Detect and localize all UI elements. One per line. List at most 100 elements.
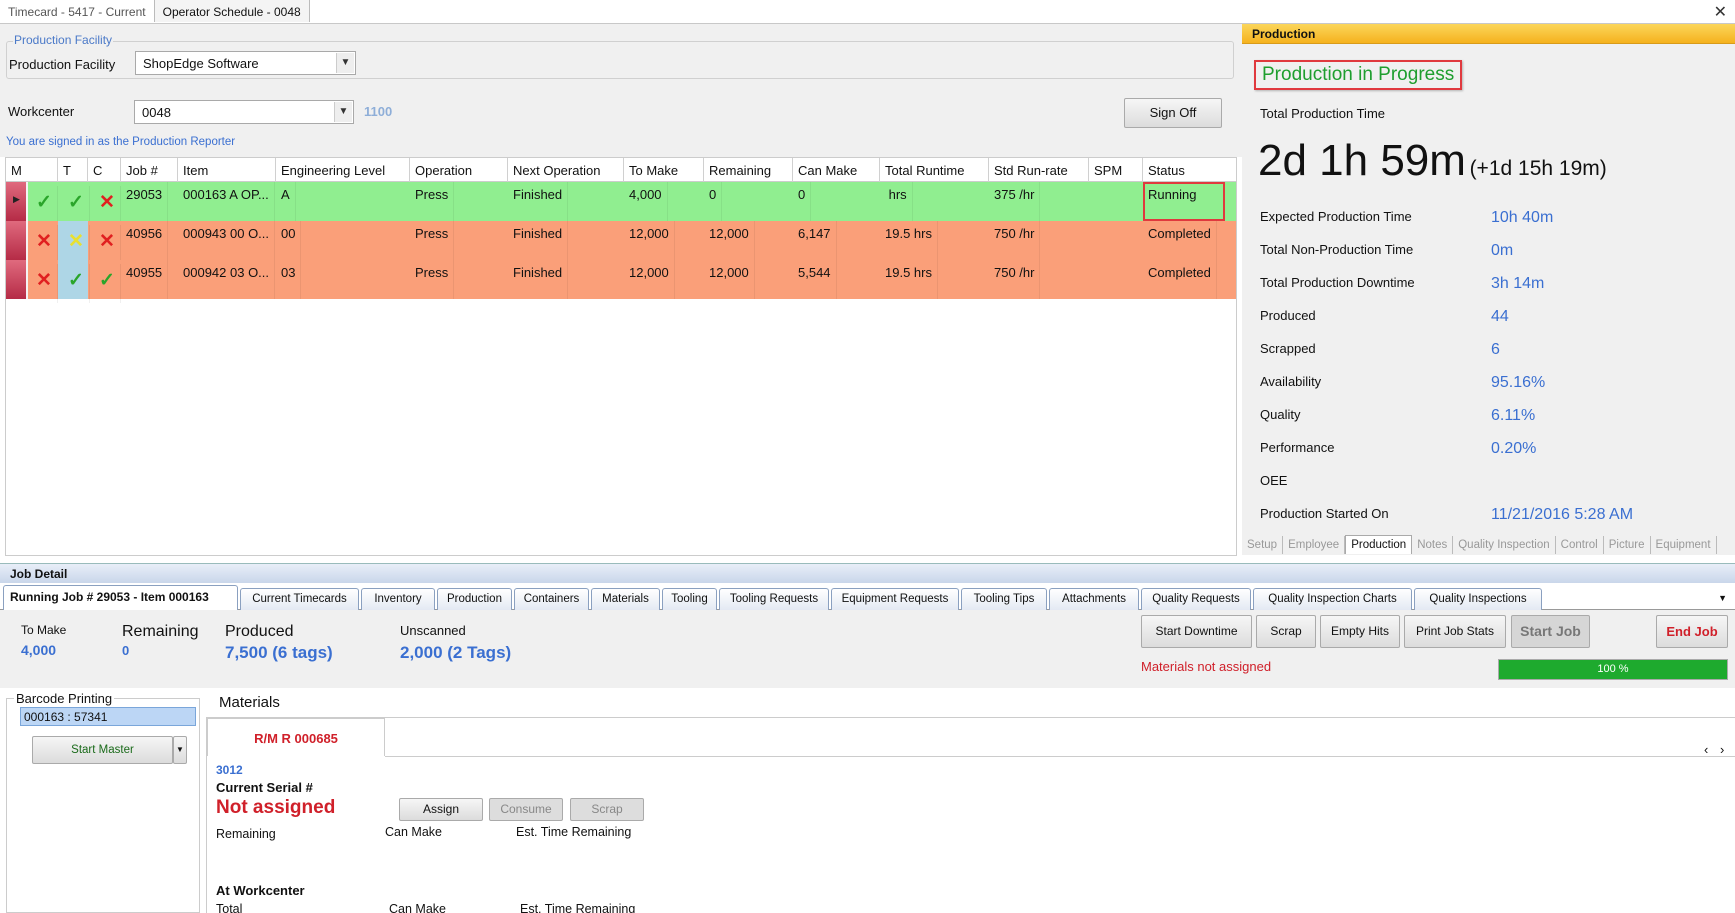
can-make: 6,147: [793, 221, 837, 260]
col-operation[interactable]: Operation: [410, 158, 508, 182]
assign-button[interactable]: Assign: [399, 798, 483, 821]
tab-quality-inspection-charts[interactable]: Quality Inspection Charts: [1253, 588, 1412, 610]
empty-hits-button[interactable]: Empty Hits: [1320, 615, 1400, 648]
stat-label: Production Started On: [1260, 506, 1389, 521]
chevron-down-icon[interactable]: ▼: [334, 102, 352, 122]
scrap-material-button[interactable]: Scrap: [570, 798, 644, 821]
tab-quality-requests[interactable]: Quality Requests: [1141, 588, 1251, 610]
col-total-runtime[interactable]: Total Runtime: [880, 158, 989, 182]
item: 000943 00 O...: [178, 221, 276, 260]
next-operation: Finished: [508, 182, 569, 221]
tab-tooling-tips[interactable]: Tooling Tips: [961, 588, 1047, 610]
status-badge: Completed: [1143, 221, 1217, 260]
tab-setup[interactable]: Setup: [1242, 536, 1284, 554]
chevron-down-icon[interactable]: ▼: [336, 53, 354, 73]
material-code: 3012: [216, 763, 243, 777]
chevron-down-icon[interactable]: ▼: [1718, 593, 1727, 603]
operation: Press: [410, 260, 455, 299]
grid-header: M T C Job # Item Engineering Level Opera…: [6, 158, 1236, 182]
start-downtime-button[interactable]: Start Downtime: [1141, 615, 1252, 648]
row-marker[interactable]: ▶: [6, 182, 28, 221]
tab-containers[interactable]: Containers: [514, 588, 589, 610]
col-t[interactable]: T: [58, 158, 88, 182]
current-serial-label: Current Serial #: [216, 780, 313, 795]
row-marker[interactable]: [6, 260, 28, 299]
col-can-make[interactable]: Can Make: [793, 158, 880, 182]
col-item[interactable]: Item: [178, 158, 276, 182]
job-number: 29053: [121, 182, 169, 221]
est-time-label: Est. Time Remaining: [516, 825, 632, 839]
col-status[interactable]: Status: [1143, 158, 1236, 182]
tab-current-timecards[interactable]: Current Timecards: [240, 588, 359, 610]
chevron-left-icon[interactable]: ‹: [1704, 742, 1708, 757]
job-number: 40955: [121, 260, 169, 299]
operation: Press: [410, 221, 455, 260]
tab-notes[interactable]: Notes: [1412, 536, 1454, 554]
col-job[interactable]: Job #: [121, 158, 178, 182]
tab-attachments[interactable]: Attachments: [1049, 588, 1139, 610]
end-job-button[interactable]: End Job: [1656, 615, 1728, 648]
barcode-item[interactable]: 000163 : 57341: [20, 707, 196, 726]
col-m[interactable]: M: [6, 158, 58, 182]
tab-production[interactable]: Production: [1345, 535, 1413, 554]
std-run-rate: 375 /hr: [989, 182, 1041, 221]
col-std-run-rate[interactable]: Std Run-rate: [989, 158, 1089, 182]
tab-operator-schedule[interactable]: Operator Schedule - 0048: [154, 0, 310, 22]
tab-tooling-requests[interactable]: Tooling Requests: [719, 588, 829, 610]
col-next-operation[interactable]: Next Operation: [508, 158, 624, 182]
to-make: 12,000: [624, 260, 675, 299]
tab-picture[interactable]: Picture: [1604, 536, 1651, 554]
start-master-button[interactable]: Start Master: [32, 736, 173, 764]
tab-inventory[interactable]: Inventory: [361, 588, 435, 610]
workcenter-code: 1100: [364, 104, 393, 119]
print-job-stats-button[interactable]: Print Job Stats: [1404, 615, 1506, 648]
table-row[interactable]: ✕ ✕ ✕ 40956 000943 00 O... 00 Press Fini…: [6, 221, 1236, 264]
materials-warning: Materials not assigned: [1141, 659, 1272, 674]
remaining-label: Remaining: [122, 623, 199, 640]
remaining-label: Remaining: [216, 827, 276, 841]
table-row[interactable]: ✕ ✓ ✓ 40955 000942 03 O... 03 Press Fini…: [6, 260, 1236, 303]
unscanned-value: 2,000 (2 Tags): [400, 643, 512, 662]
col-spm[interactable]: SPM: [1089, 158, 1143, 182]
col-eng-level[interactable]: Engineering Level: [276, 158, 410, 182]
tab-timecard[interactable]: Timecard - 5417 - Current: [0, 0, 155, 22]
table-row[interactable]: ▶ ✓ ✓ ✕ 29053 000163 A OP... A Press Fin…: [6, 182, 1236, 225]
stat-value: 10h 40m: [1491, 209, 1554, 226]
start-job-button[interactable]: Start Job: [1511, 615, 1590, 648]
chevron-down-icon[interactable]: ▼: [173, 736, 187, 764]
close-icon: ✕: [94, 186, 121, 225]
tab-materials[interactable]: Materials: [591, 588, 660, 610]
check-icon: ✓: [63, 264, 90, 303]
col-to-make[interactable]: To Make: [624, 158, 704, 182]
row-marker[interactable]: [6, 221, 28, 260]
col-c[interactable]: C: [88, 158, 121, 182]
est-time-label-2: Est. Time Remaining: [520, 902, 636, 913]
close-icon[interactable]: ✕: [1714, 2, 1727, 22]
facility-select[interactable]: ShopEdge Software ▼: [135, 51, 356, 75]
tab-tooling[interactable]: Tooling: [662, 588, 717, 610]
stat-value: 0.20%: [1491, 440, 1537, 457]
tab-equipment[interactable]: Equipment: [1651, 536, 1717, 554]
progress-bar: 100 %: [1498, 659, 1728, 680]
to-make: 12,000: [624, 221, 675, 260]
workcenter-label: Workcenter: [8, 104, 75, 119]
barcode-panel: [6, 698, 200, 913]
sign-off-button[interactable]: Sign Off: [1124, 98, 1222, 128]
workcenter-select[interactable]: 0048 ▼: [134, 100, 354, 124]
tab-equipment-requests[interactable]: Equipment Requests: [831, 588, 959, 610]
barcode-title: Barcode Printing: [14, 691, 115, 706]
material-tab[interactable]: R/M R 000685: [207, 718, 385, 756]
tab-running-job[interactable]: Running Job # 29053 - Item 000163: [3, 585, 238, 610]
stat-label: Scrapped: [1260, 341, 1316, 356]
tab-production[interactable]: Production: [437, 588, 512, 610]
tab-control[interactable]: Control: [1556, 536, 1604, 554]
close-icon: ✕: [63, 225, 90, 264]
chevron-right-icon[interactable]: ›: [1720, 742, 1724, 757]
tab-quality-inspection[interactable]: Quality Inspection: [1453, 536, 1556, 554]
consume-button[interactable]: Consume: [489, 798, 563, 821]
col-remaining[interactable]: Remaining: [704, 158, 793, 182]
scrap-button[interactable]: Scrap: [1256, 615, 1316, 648]
stat-label: Total Production Downtime: [1260, 275, 1415, 290]
tab-quality-inspections[interactable]: Quality Inspections: [1414, 588, 1542, 610]
tab-employee[interactable]: Employee: [1283, 536, 1346, 554]
